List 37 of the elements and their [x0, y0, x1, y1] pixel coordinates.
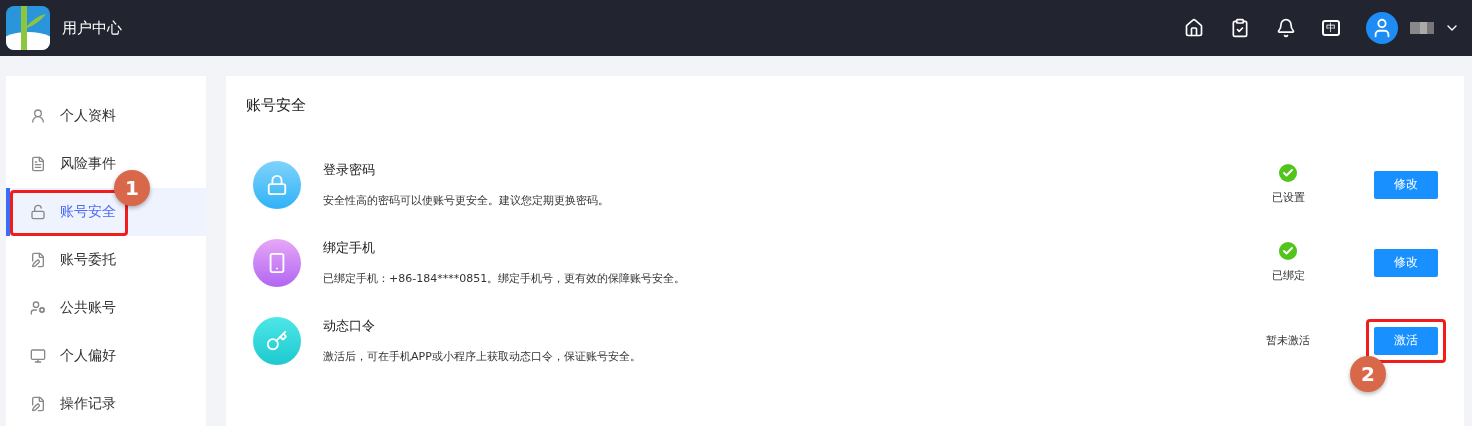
- status-text: 已绑定: [1271, 268, 1305, 283]
- sidebar-item-icon: [30, 396, 46, 412]
- status-text: 暂未激活: [1266, 333, 1310, 348]
- home-icon[interactable]: [1184, 18, 1204, 38]
- item-title: 动态口令: [323, 317, 376, 335]
- sidebar-item[interactable]: 操作记录: [6, 380, 206, 426]
- sidebar-item[interactable]: 个人偏好: [6, 332, 206, 380]
- sidebar-item-icon: [30, 252, 46, 268]
- clipboard-check-icon[interactable]: [1230, 18, 1250, 38]
- redacted-username: [1410, 22, 1434, 34]
- step-badge: 2: [1350, 355, 1386, 392]
- phone-icon: [253, 238, 301, 287]
- item-title: 登录密码: [323, 161, 376, 179]
- item-title: 绑定手机: [323, 239, 376, 257]
- sidebar-item-icon: [30, 108, 46, 124]
- sidebar-item-icon: [30, 300, 46, 316]
- item-description: 激活后，可在手机APP或小程序上获取动态口令，保证账号安全。: [323, 349, 642, 364]
- bamboo-logo: [6, 6, 50, 50]
- step-badge: 1: [114, 170, 150, 206]
- sidebar-item-icon: [30, 156, 46, 172]
- item-description: 已绑定手机：+86-184****0851。绑定手机号，更有效的保障账号安全。: [323, 271, 687, 286]
- check-icon: [1279, 164, 1297, 182]
- item-description: 安全性高的密码可以使账号更安全。建议您定期更换密码。: [323, 193, 610, 208]
- avatar[interactable]: [1366, 12, 1398, 44]
- check-icon: [1279, 242, 1297, 260]
- key-icon: [253, 316, 301, 365]
- bell-icon[interactable]: [1276, 18, 1296, 38]
- app-title: 用户中心: [62, 18, 123, 38]
- section-heading: 账号安全: [246, 96, 307, 115]
- sidebar-item-icon: [30, 348, 46, 364]
- sidebar-item[interactable]: 个人资料: [6, 92, 206, 140]
- sidebar-item[interactable]: 公共账号: [6, 284, 206, 332]
- status-text: 已设置: [1271, 190, 1305, 205]
- language-icon[interactable]: 中: [1322, 20, 1340, 36]
- padlock-icon: [253, 160, 301, 209]
- sidebar-item[interactable]: 账号委托: [6, 236, 206, 284]
- sidebar-item-icon: [30, 204, 46, 220]
